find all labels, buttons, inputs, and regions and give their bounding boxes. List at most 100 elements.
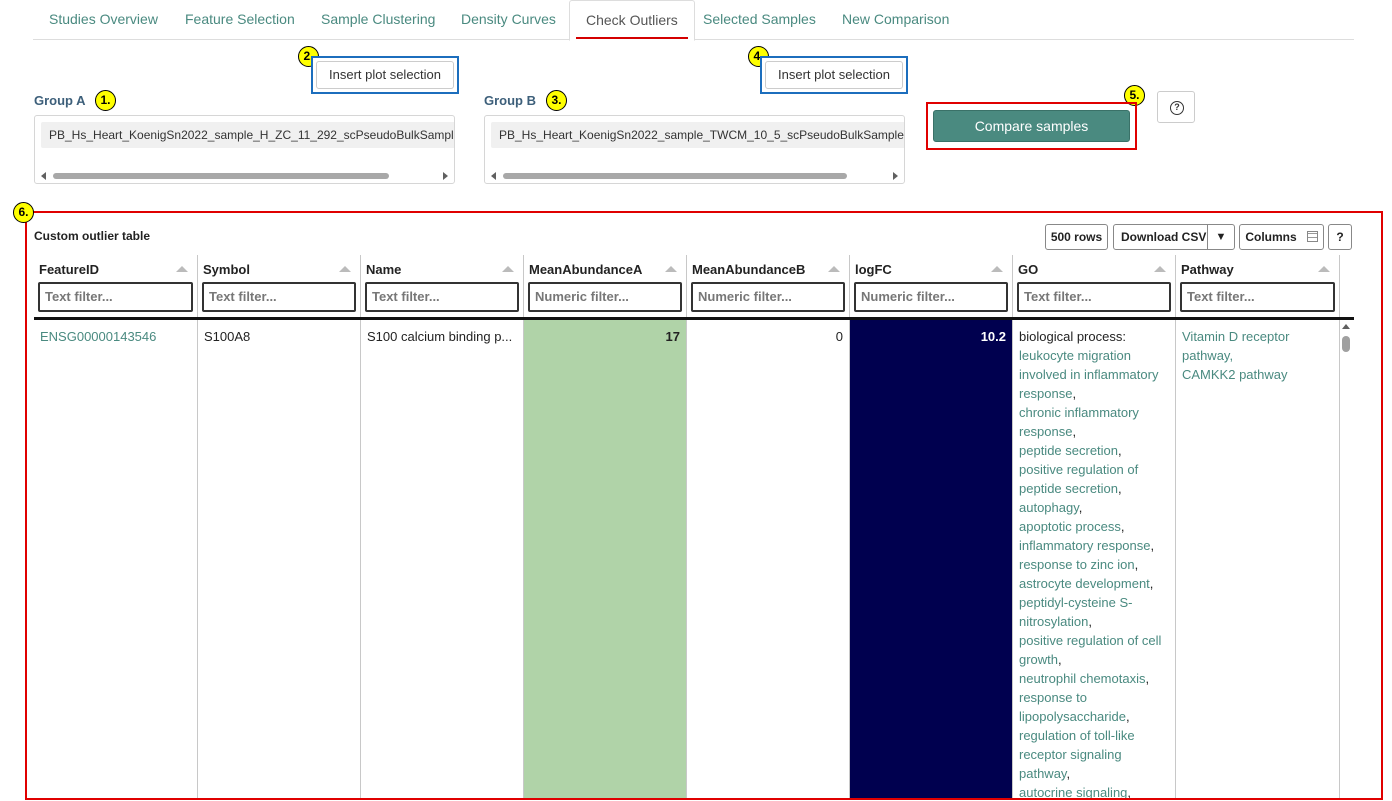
sort-up-icon[interactable] xyxy=(991,266,1003,272)
table-title: Custom outlier table xyxy=(34,229,151,243)
scroll-right-icon[interactable] xyxy=(443,172,448,180)
separator: , xyxy=(1134,557,1139,572)
column-header-featureid[interactable]: FeatureID Text filter... xyxy=(34,255,198,317)
go-term-link[interactable]: autocrine signaling xyxy=(1019,785,1127,798)
group-b-sample-chip[interactable]: PB_Hs_Heart_KoenigSn2022_sample_TWCM_10_… xyxy=(491,122,904,148)
column-header-logfc[interactable]: logFC Numeric filter... xyxy=(850,255,1013,317)
group-a-sample-selector[interactable]: PB_Hs_Heart_KoenigSn2022_sample_H_ZC_11_… xyxy=(34,115,455,184)
group-a-horizontal-scrollbar[interactable] xyxy=(39,171,450,180)
sort-up-icon[interactable] xyxy=(665,266,677,272)
separator: , xyxy=(1066,766,1071,781)
name-filter-input[interactable]: Text filter... xyxy=(365,282,519,312)
chevron-down-icon[interactable]: ▼ xyxy=(1207,225,1234,249)
column-header-symbol[interactable]: Symbol Text filter... xyxy=(198,255,361,317)
group-a-sample-chip[interactable]: PB_Hs_Heart_KoenigSn2022_sample_H_ZC_11_… xyxy=(41,122,454,148)
help-button[interactable]: ? xyxy=(1157,91,1195,123)
separator: , xyxy=(1088,614,1092,629)
scrollbar-thumb[interactable] xyxy=(1342,336,1350,352)
go-term-link[interactable]: response to lipopolysaccharide xyxy=(1019,690,1126,724)
tab-new-comparison[interactable]: New Comparison xyxy=(826,0,965,40)
columns-label: Columns xyxy=(1245,230,1297,244)
badge-6: 6. xyxy=(13,202,34,223)
column-header-meanabundancea[interactable]: MeanAbundanceA Numeric filter... xyxy=(524,255,687,317)
symbol-filter-input[interactable]: Text filter... xyxy=(202,282,356,312)
tab-check-outliers[interactable]: Check Outliers xyxy=(569,0,695,41)
separator: , xyxy=(1072,424,1077,439)
column-header-meanabundanceb[interactable]: MeanAbundanceB Numeric filter... xyxy=(687,255,850,317)
rows-button[interactable]: 500 rows xyxy=(1045,224,1108,250)
go-term-link[interactable]: leukocyte migration involved in inflamma… xyxy=(1019,348,1158,401)
column-title: MeanAbundanceA xyxy=(529,262,643,277)
scrollbar-thumb[interactable] xyxy=(503,173,847,179)
group-b-sample-selector[interactable]: PB_Hs_Heart_KoenigSn2022_sample_TWCM_10_… xyxy=(484,115,905,184)
sort-up-icon[interactable] xyxy=(828,266,840,272)
scroll-up-icon[interactable] xyxy=(1342,324,1350,329)
featureid-filter-input[interactable]: Text filter... xyxy=(38,282,193,312)
sort-up-icon[interactable] xyxy=(176,266,188,272)
separator: , xyxy=(1127,785,1132,800)
compare-samples-button[interactable]: Compare samples xyxy=(933,110,1130,142)
columns-icon xyxy=(1306,231,1318,242)
go-term-link[interactable]: autophagy xyxy=(1019,500,1079,515)
insert-plot-selection-a-label: Insert plot selection xyxy=(316,61,454,89)
pathway-filter-input[interactable]: Text filter... xyxy=(1180,282,1335,312)
sort-up-icon[interactable] xyxy=(502,266,514,272)
go-term-link[interactable]: chronic inflammatory response xyxy=(1019,405,1139,439)
go-term-link[interactable]: peptide secretion xyxy=(1019,443,1118,458)
scroll-left-icon[interactable] xyxy=(491,172,496,180)
column-header-go[interactable]: GO Text filter... xyxy=(1013,255,1176,317)
go-term-link[interactable]: positive regulation of cell growth xyxy=(1019,633,1161,667)
pathway-link[interactable]: Vitamin D receptor pathway xyxy=(1182,329,1289,363)
pathway-link[interactable]: CAMKK2 pathway xyxy=(1182,367,1288,382)
sort-up-icon[interactable] xyxy=(1318,266,1330,272)
column-title: Symbol xyxy=(203,262,250,277)
tab-selected-samples[interactable]: Selected Samples xyxy=(687,0,832,40)
insert-plot-selection-b-button[interactable]: Insert plot selection xyxy=(760,56,908,94)
cell-name: S100 calcium binding p... xyxy=(361,320,524,798)
column-header-pathway[interactable]: Pathway Text filter... xyxy=(1176,255,1340,317)
featureid-link[interactable]: ENSG00000143546 xyxy=(40,329,156,344)
scroll-left-icon[interactable] xyxy=(41,172,46,180)
meanabundancea-filter-input[interactable]: Numeric filter... xyxy=(528,282,682,312)
table-vertical-scrollbar[interactable] xyxy=(1341,322,1351,798)
cell-meanabundancea: 17 xyxy=(524,320,687,798)
column-title: GO xyxy=(1018,262,1039,277)
sort-up-icon[interactable] xyxy=(339,266,351,272)
table-help-button[interactable]: ? xyxy=(1328,224,1352,250)
go-term-link[interactable]: regulation of toll-like receptor signali… xyxy=(1019,728,1135,781)
go-term-link[interactable]: peptidyl-cysteine S-nitrosylation xyxy=(1019,595,1132,629)
outlier-table-panel: Custom outlier table 500 rows Download C… xyxy=(25,211,1383,800)
separator: , xyxy=(1149,576,1154,591)
go-filter-input[interactable]: Text filter... xyxy=(1017,282,1171,312)
go-term-link[interactable]: apoptotic process xyxy=(1019,519,1121,534)
table-header: FeatureID Text filter... Symbol Text fil… xyxy=(34,255,1340,317)
column-header-name[interactable]: Name Text filter... xyxy=(361,255,524,317)
table-row: ENSG00000143546 S100A8 S100 calcium bind… xyxy=(34,320,1340,800)
insert-plot-selection-b-label: Insert plot selection xyxy=(765,61,903,89)
separator: , xyxy=(1118,481,1122,496)
meanabundanceb-filter-input[interactable]: Numeric filter... xyxy=(691,282,845,312)
scroll-right-icon[interactable] xyxy=(893,172,898,180)
group-b-horizontal-scrollbar[interactable] xyxy=(489,171,900,180)
separator: , xyxy=(1072,386,1077,401)
column-title: Name xyxy=(366,262,402,277)
tab-feature-selection[interactable]: Feature Selection xyxy=(169,0,311,40)
logfc-filter-input[interactable]: Numeric filter... xyxy=(854,282,1008,312)
sort-up-icon[interactable] xyxy=(1154,266,1166,272)
separator: , xyxy=(1229,348,1234,363)
tab-density-curves[interactable]: Density Curves xyxy=(445,0,572,40)
tab-studies-overview[interactable]: Studies Overview xyxy=(33,0,174,40)
go-term-link[interactable]: astrocyte development xyxy=(1019,576,1150,591)
insert-plot-selection-a-button[interactable]: Insert plot selection xyxy=(311,56,459,94)
go-term-link[interactable]: inflammatory response xyxy=(1019,538,1151,553)
group-a-label: Group A xyxy=(34,93,86,108)
columns-button[interactable]: Columns xyxy=(1239,224,1324,250)
cell-go: biological process: leukocyte migration … xyxy=(1013,320,1176,800)
tab-sample-clustering[interactable]: Sample Clustering xyxy=(305,0,451,40)
go-term-link[interactable]: response to zinc ion xyxy=(1019,557,1135,572)
go-term-link[interactable]: neutrophil chemotaxis xyxy=(1019,671,1145,686)
scrollbar-thumb[interactable] xyxy=(53,173,389,179)
cell-meanabundanceb: 0 xyxy=(687,320,850,798)
go-category-label: biological process: xyxy=(1019,329,1126,344)
download-csv-button[interactable]: Download CSV ▼ xyxy=(1113,224,1235,250)
